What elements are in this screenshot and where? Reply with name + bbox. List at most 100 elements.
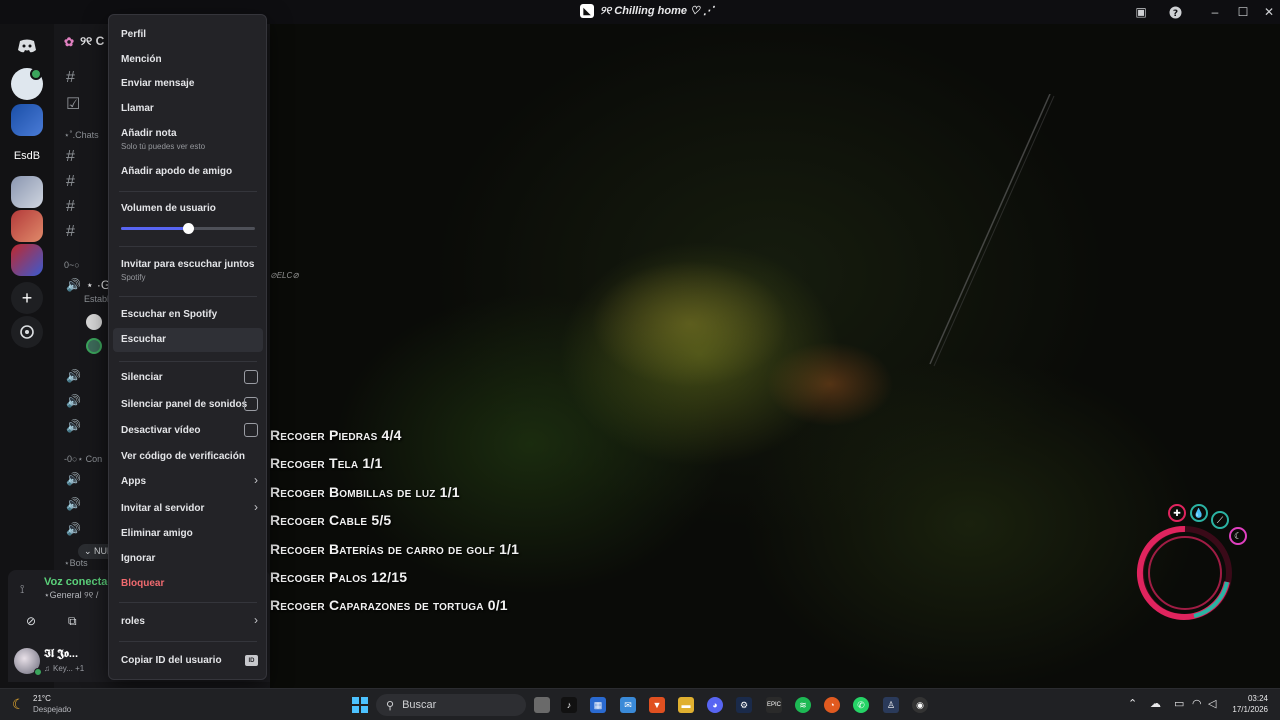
help-icon[interactable]: ? [1166, 4, 1184, 20]
channel-row[interactable]: # [66, 173, 80, 191]
voice-channel[interactable]: 🔊 [66, 369, 81, 383]
quest-item: Recoger Piedras 4/4 [270, 427, 402, 443]
discord-taskbar-icon[interactable]: ◕ [707, 697, 723, 713]
clock-time[interactable]: 03:24 [1232, 694, 1268, 703]
online-status-icon [34, 668, 42, 676]
menu-separator [119, 246, 257, 247]
channel-row[interactable]: # [66, 198, 80, 216]
taskbar-search[interactable]: ⚲ Buscar [376, 694, 526, 716]
menu-item-copy-user-id[interactable]: Copiar ID del usuario [113, 655, 263, 666]
menu-item-add-nickname[interactable]: Añadir apodo de amigo [113, 166, 263, 177]
store-icon[interactable]: ▦ [590, 697, 606, 713]
wifi-icon[interactable]: ◠ [1192, 697, 1202, 710]
epic-games-icon[interactable]: EPIC [766, 697, 782, 713]
mail-icon[interactable]: ✉ [620, 697, 636, 713]
channel-row[interactable]: # [66, 148, 80, 166]
obs-icon[interactable]: ◉ [912, 697, 928, 713]
menu-item-mute[interactable]: Silenciar [113, 372, 263, 383]
weather-temp[interactable]: 21°C [33, 694, 51, 703]
menu-item-invite-listen[interactable]: Invitar para escuchar juntos Spotify [113, 259, 263, 282]
game-stream-view[interactable]: ⊘ELC⊘ Recoger Piedras 4/4 Recoger Tela 1… [270, 24, 1280, 688]
steam-icon[interactable]: ⚙ [736, 697, 752, 713]
menu-item-ignore[interactable]: Ignorar [113, 553, 263, 564]
game-app-icon[interactable]: ♙ [883, 697, 899, 713]
menu-item-invite-server[interactable]: Invitar al servidor [113, 503, 263, 514]
user-volume-knob[interactable] [183, 223, 194, 234]
category-conversations[interactable]: -0○⋆ Con [64, 454, 102, 465]
file-explorer-icon[interactable]: ▬ [678, 697, 694, 713]
menu-item-add-note[interactable]: Añadir nota Solo tú puedes ver esto [113, 128, 263, 151]
chevron-up-icon[interactable]: ⌃ [1128, 697, 1137, 710]
add-server-icon[interactable]: + [11, 282, 43, 314]
screen-share-icon[interactable]: ⧉ [68, 614, 77, 629]
category-voice[interactable]: 0~○ [64, 260, 80, 270]
menu-item-mention[interactable]: Mención [113, 54, 263, 65]
username[interactable]: 𝕴𝖑 𝕵𝖔... [44, 648, 78, 661]
voice-channel-label: ⋆ ·G [86, 278, 111, 292]
mute-checkbox[interactable] [244, 370, 258, 384]
menu-item-listen[interactable]: Escuchar [113, 328, 263, 352]
channel-row[interactable]: # [66, 69, 80, 87]
discover-icon[interactable] [11, 316, 43, 348]
server-blue[interactable] [11, 104, 43, 136]
tiktok-icon[interactable]: ♪ [561, 697, 577, 713]
server-game[interactable] [11, 244, 43, 276]
server-header[interactable]: ✿ ୨୧ C [64, 34, 104, 49]
menu-item-block[interactable]: Bloquear [113, 578, 263, 589]
server-esdb[interactable]: EsdB [11, 140, 43, 172]
voice-channel[interactable]: 🔊 [66, 522, 81, 536]
voice-channel[interactable]: 🔊 [66, 497, 81, 511]
weather-icon[interactable]: ☾ [12, 696, 25, 713]
menu-item-profile[interactable]: Perfil [113, 29, 263, 40]
category-chats[interactable]: ⋆˚.Chats [64, 130, 99, 141]
menu-item-mute-label: Silenciar [121, 372, 163, 383]
voice-user-avatar[interactable] [86, 314, 102, 330]
menu-item-roles[interactable]: roles [113, 616, 263, 627]
crunchyroll-icon[interactable]: ◔ [824, 697, 840, 713]
close-button[interactable]: ✕ [1260, 4, 1278, 20]
menu-item-mute-soundboard-label: Silenciar panel de sonidos [121, 399, 248, 410]
clock-date[interactable]: 17/1/2026 [1222, 705, 1268, 714]
category-bots[interactable]: ⋆Bots [64, 558, 88, 569]
voice-channel-name[interactable]: ⋆General ୨୧ / [44, 590, 98, 601]
windows-start-icon[interactable] [352, 697, 368, 713]
inbox-icon[interactable]: ▣ [1132, 4, 1150, 20]
menu-item-apps[interactable]: Apps [113, 476, 263, 487]
voice-user-avatar[interactable] [86, 338, 102, 354]
moon-icon: ☾ [1229, 527, 1247, 545]
voice-channel-general[interactable]: 🔊 ⋆ ·G [66, 278, 110, 292]
menu-item-remove-friend[interactable]: Eliminar amigo [113, 528, 263, 539]
menu-item-listen-spotify[interactable]: Escuchar en Spotify [113, 309, 263, 320]
voice-channel[interactable]: 🔊 [66, 419, 81, 433]
cloud-icon[interactable]: ☁ [1150, 697, 1161, 710]
menu-item-disable-video[interactable]: Desactivar vídeo [113, 425, 263, 436]
battery-icon[interactable]: ▭ [1174, 697, 1184, 710]
spotify-icon[interactable]: ≋ [795, 697, 811, 713]
user-volume-slider[interactable] [121, 223, 255, 234]
minimize-button[interactable]: – [1206, 4, 1224, 20]
notes-app-icon[interactable] [534, 697, 550, 713]
weather-desc[interactable]: Despejado [33, 705, 71, 714]
svg-text:?: ? [1172, 9, 1177, 19]
server-red[interactable] [11, 210, 43, 242]
discord-home-icon[interactable] [11, 30, 43, 62]
mute-soundboard-checkbox[interactable] [244, 397, 258, 411]
menu-item-verification-code[interactable]: Ver código de verificación [113, 451, 263, 462]
disable-video-checkbox[interactable] [244, 423, 258, 437]
channel-row[interactable]: ☑ [66, 94, 80, 114]
whatsapp-icon[interactable]: ✆ [853, 697, 869, 713]
server-anime[interactable] [11, 176, 43, 208]
menu-item-call[interactable]: Llamar [113, 103, 263, 114]
menu-item-mute-soundboard[interactable]: Silenciar panel de sonidos [113, 399, 263, 410]
search-placeholder: Buscar [402, 699, 437, 711]
voice-status-text[interactable]: Voz conectac [44, 576, 114, 588]
voice-channel[interactable]: 🔊 [66, 394, 81, 408]
channel-row[interactable]: # [66, 223, 80, 241]
maximize-button[interactable]: ☐ [1234, 4, 1252, 20]
brave-icon[interactable]: ▼ [649, 697, 665, 713]
voice-channel[interactable]: 🔊 [66, 472, 81, 486]
health-icon: ✚ [1168, 504, 1186, 522]
menu-item-send-message[interactable]: Enviar mensaje [113, 78, 263, 89]
video-off-icon[interactable]: ⊘ [26, 614, 36, 628]
volume-icon[interactable]: ◁ [1208, 697, 1216, 710]
